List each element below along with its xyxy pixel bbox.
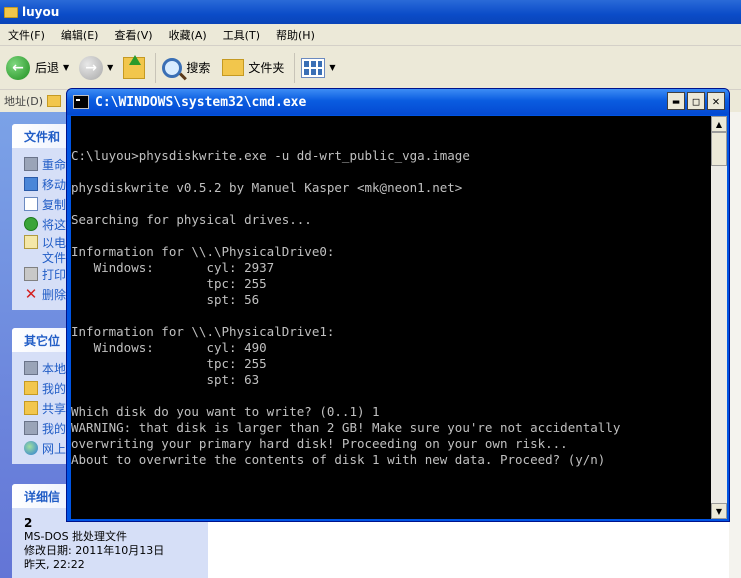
rename-icon <box>24 157 38 171</box>
back-button[interactable]: ← 后退 ▼ <box>6 51 75 85</box>
views-icon <box>301 57 326 78</box>
task-label: 删除 <box>42 287 67 302</box>
back-label: 后退 <box>35 61 60 75</box>
menu-edit[interactable]: 编辑(E) <box>53 27 107 43</box>
console-line: overwriting your primary hard disk! Proc… <box>71 436 568 451</box>
folders-button[interactable]: 文件夹 <box>222 51 284 85</box>
details-time: 昨天, 22:22 <box>24 558 85 571</box>
up-button[interactable] <box>123 51 146 85</box>
console-line: Windows: cyl: 490 <box>71 340 267 355</box>
task-label: 将这 <box>42 217 67 232</box>
address-label: 地址(D) <box>4 95 44 108</box>
network-icon <box>24 441 38 455</box>
console-line: About to overwrite the contents of disk … <box>71 452 606 467</box>
console-scrollbar[interactable]: ▲ ▼ <box>711 116 727 519</box>
console-line: tpc: 255 <box>71 356 267 371</box>
console-line: Which disk do you want to write? (0..1) … <box>71 404 380 419</box>
folder-icon <box>24 381 38 395</box>
scroll-up-button[interactable]: ▲ <box>711 116 727 132</box>
delete-icon: ✕ <box>24 285 38 303</box>
task-label: 复制 <box>42 197 67 212</box>
console-line: tpc: 255 <box>71 276 267 291</box>
menu-tools[interactable]: 工具(T) <box>215 27 268 43</box>
copy-icon <box>24 197 38 211</box>
console-line: WARNING: that disk is larger than 2 GB! … <box>71 420 621 435</box>
explorer-menu-bar: 文件(F) 编辑(E) 查看(V) 收藏(A) 工具(T) 帮助(H) <box>0 24 741 46</box>
menu-file[interactable]: 文件(F) <box>0 27 53 43</box>
explorer-title-bar[interactable]: luyou <box>0 0 741 24</box>
console-icon[interactable] <box>73 95 89 109</box>
chevron-down-icon[interactable]: ▼ <box>107 63 113 72</box>
cmd-title-bar[interactable]: C:\WINDOWS\system32\cmd.exe ▬ □ ✕ <box>67 89 729 115</box>
toolbar-separator <box>155 52 157 83</box>
scroll-down-button[interactable]: ▼ <box>711 503 727 519</box>
explorer-toolbar: ← 后退 ▼ → ▼ 搜索 文件夹 ▼ <box>0 46 741 90</box>
place-label: 我的 <box>42 421 67 436</box>
toolbar-separator <box>294 52 296 83</box>
console-line: Information for \\.\PhysicalDrive1: <box>71 324 335 339</box>
explorer-title: luyou <box>22 5 60 19</box>
print-icon <box>24 267 38 281</box>
menu-help[interactable]: 帮助(H) <box>268 27 323 43</box>
cmd-window: C:\WINDOWS\system32\cmd.exe ▬ □ ✕ C:\luy… <box>66 88 730 522</box>
place-label: 本地 <box>42 361 67 376</box>
publish-icon <box>24 217 38 231</box>
minimize-button[interactable]: ▬ <box>667 92 685 110</box>
computer-icon <box>24 421 38 435</box>
console-line: C:\luyou>physdiskwrite.exe -u dd-wrt_pub… <box>71 148 470 163</box>
console-line: Windows: cyl: 2937 <box>71 260 275 275</box>
search-label: 搜索 <box>186 61 211 75</box>
scroll-thumb[interactable] <box>711 132 727 166</box>
shared-folder-icon <box>24 401 38 415</box>
place-label: 我的 <box>42 381 67 396</box>
back-arrow-icon: ← <box>6 55 30 80</box>
task-label: 重命 <box>42 157 67 172</box>
place-label: 网上 <box>42 441 67 456</box>
task-label: 打印 <box>42 267 67 282</box>
chevron-down-icon[interactable]: ▼ <box>329 63 335 72</box>
folders-icon <box>222 59 245 76</box>
drive-icon <box>24 361 38 375</box>
move-icon <box>24 177 38 191</box>
chevron-down-icon[interactable]: ▼ <box>63 63 69 72</box>
search-button[interactable]: 搜索 <box>162 51 210 85</box>
forward-arrow-icon: → <box>79 55 104 80</box>
console-line: spt: 56 <box>71 292 260 307</box>
menu-favorites[interactable]: 收藏(A) <box>161 27 215 43</box>
task-label: 移动 <box>42 177 67 192</box>
folder-icon <box>4 6 18 18</box>
details-modified: 修改日期: 2011年10月13日 <box>24 544 165 557</box>
email-icon <box>24 235 38 249</box>
cmd-title: C:\WINDOWS\system32\cmd.exe <box>95 94 307 110</box>
console-line: Information for \\.\PhysicalDrive0: <box>71 244 335 259</box>
forward-button[interactable]: → ▼ <box>79 51 119 85</box>
folder-up-icon <box>123 54 146 79</box>
menu-view[interactable]: 查看(V) <box>106 27 160 43</box>
search-icon <box>162 57 183 78</box>
details-file-type: MS-DOS 批处理文件 <box>24 530 128 543</box>
views-button[interactable]: ▼ <box>301 51 341 85</box>
console-line: physdiskwrite v0.5.2 by Manuel Kasper <m… <box>71 180 463 195</box>
folders-label: 文件夹 <box>248 61 285 75</box>
folder-icon <box>47 95 62 107</box>
maximize-button[interactable]: □ <box>687 92 705 110</box>
explorer-scrollbar[interactable] <box>729 112 741 578</box>
place-label: 共享 <box>42 401 67 416</box>
task-label: 文件 <box>42 250 67 265</box>
window-controls: ▬ □ ✕ <box>665 92 725 110</box>
console-output[interactable]: C:\luyou>physdiskwrite.exe -u dd-wrt_pub… <box>71 116 711 519</box>
console-line: spt: 63 <box>71 372 260 387</box>
console-line: Searching for physical drives... <box>71 212 312 227</box>
close-button[interactable]: ✕ <box>707 92 725 110</box>
